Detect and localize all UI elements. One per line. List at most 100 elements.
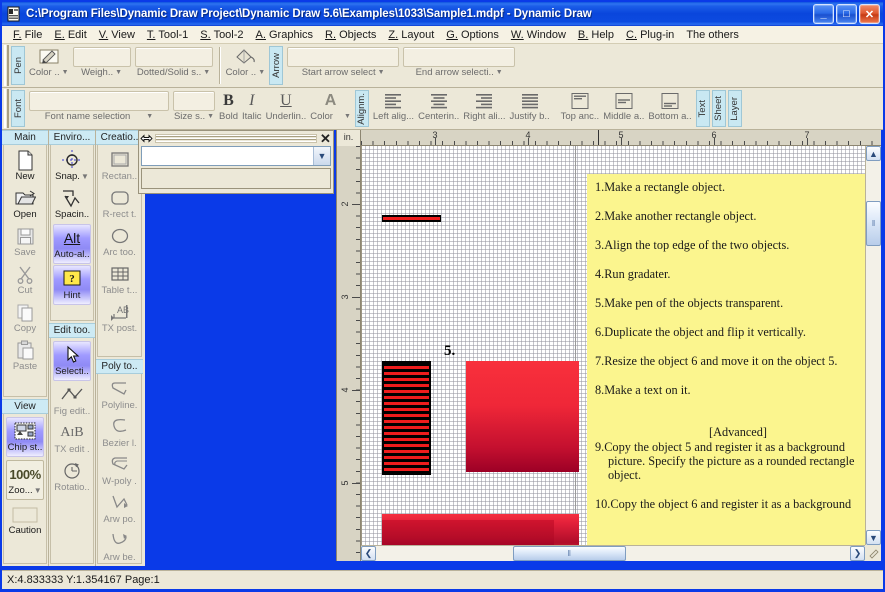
menu-item-window[interactable]: W. Window: [505, 28, 572, 42]
pen-weight-box[interactable]: [72, 47, 131, 67]
tool-caution[interactable]: Caution: [4, 503, 46, 539]
tool-polyline[interactable]: Polyline.: [98, 376, 141, 414]
dock-header-view[interactable]: View: [2, 399, 48, 414]
maximize-button[interactable]: □: [836, 4, 857, 24]
tool-hint[interactable]: ? Hint: [53, 265, 91, 305]
canvas-horizontal-scrollbar[interactable]: ❮ ‖ ❯: [361, 545, 865, 561]
toolbar-tab-alignment[interactable]: Alignm.: [354, 90, 369, 127]
pen-weight-combo[interactable]: Weigh.. ▼: [71, 46, 133, 79]
font-name-combo[interactable]: Font name selection ▼: [27, 90, 171, 123]
menu-item-the-others[interactable]: The others: [680, 28, 745, 42]
vertical-ruler[interactable]: 2 3 4 5: [337, 146, 361, 561]
font-size-combo[interactable]: Size s.. ▼: [171, 90, 217, 123]
tool-auto-align[interactable]: Alt Auto-al..: [53, 224, 91, 264]
dock-header-creation[interactable]: Creatio..: [96, 130, 143, 145]
scroll-left-button[interactable]: ❮: [361, 546, 376, 561]
menu-item-help[interactable]: B. Help: [572, 28, 620, 42]
scroll-down-button[interactable]: ▼: [866, 530, 881, 545]
pen-color-button[interactable]: Color .. ▼: [27, 46, 71, 79]
close-button[interactable]: ✕: [859, 4, 880, 24]
menu-item-layout[interactable]: Z. Layout: [382, 28, 440, 42]
tool-spacing[interactable]: Spacin..: [51, 185, 93, 223]
font-size-box[interactable]: [173, 91, 215, 111]
tool-open[interactable]: Open: [4, 185, 46, 223]
align-left-button[interactable]: Left alig...: [371, 90, 416, 123]
tool-selection[interactable]: Selecti..: [53, 341, 91, 381]
floating-panel-list[interactable]: [141, 168, 331, 189]
tool-zoom[interactable]: 100% Zoo... ▼: [6, 460, 44, 500]
canvas-vertical-scrollbar[interactable]: ▲ ‖ ▼: [865, 146, 881, 545]
floating-panel-drag-grip[interactable]: [155, 134, 317, 143]
yellow-text-object[interactable]: 1.Make a rectangle object. 2.Make anothe…: [587, 174, 865, 545]
tool-cut[interactable]: Cut: [4, 261, 46, 299]
menu-item-options[interactable]: G. Options: [440, 28, 505, 42]
tool-paste[interactable]: Paste: [4, 337, 46, 375]
gradient-red-rectangle-5-shape[interactable]: [466, 361, 579, 472]
toolbar-grip[interactable]: [4, 89, 9, 128]
floating-panel-combo[interactable]: ▼: [141, 146, 331, 166]
tool-figure-edit[interactable]: Fig edit..: [51, 382, 93, 420]
toolbar-tab-layer[interactable]: Layer: [727, 90, 742, 127]
tool-bezier-line[interactable]: Bezier l.: [98, 414, 141, 452]
resize-handle-icon[interactable]: [140, 133, 153, 144]
menu-item-plug-in[interactable]: C. Plug-in: [620, 28, 680, 42]
tool-chip-status[interactable]: Chip st..: [6, 417, 44, 457]
tool-new[interactable]: New: [4, 147, 46, 185]
tool-tx-post[interactable]: AB TX post.: [98, 299, 141, 337]
tool-table[interactable]: Table t...: [98, 261, 141, 299]
menu-item-tool-2[interactable]: S. Tool-2: [194, 28, 249, 42]
menu-item-graphics[interactable]: A. Graphics: [250, 28, 320, 42]
tool-save[interactable]: Save: [4, 223, 46, 261]
minimize-button[interactable]: _: [813, 4, 834, 24]
vertical-scroll-thumb[interactable]: ‖: [866, 201, 881, 246]
tool-snap[interactable]: Snap. ▼: [51, 147, 93, 185]
tool-copy[interactable]: Copy: [4, 299, 46, 337]
scroll-right-button[interactable]: ❯: [850, 546, 865, 561]
italic-button[interactable]: I Italic: [240, 90, 264, 123]
menu-item-file[interactable]: F. File: [7, 28, 48, 42]
anchor-bottom-button[interactable]: Bottom a..: [646, 90, 693, 123]
floating-panel-close-icon[interactable]: ✕: [319, 132, 332, 145]
tool-rectangle[interactable]: Rectan..: [98, 147, 141, 185]
tool-arrow-bezier[interactable]: Arw be.: [98, 528, 141, 563]
gradient-red-rectangle-6-inner-shape[interactable]: [382, 520, 554, 545]
dock-header-edit-tools[interactable]: Edit too.: [49, 323, 95, 338]
toolbar-tab-arrow[interactable]: Arrow: [269, 46, 284, 85]
tool-text-edit[interactable]: AIB TX edit .: [51, 420, 93, 458]
toolbar-tab-text[interactable]: Text: [695, 90, 710, 127]
striped-black-red-rectangle-shape[interactable]: [382, 361, 431, 475]
tool-arrow-polyline[interactable]: Arw po.: [98, 490, 141, 528]
fill-color-button[interactable]: Color .. ▼: [224, 46, 268, 79]
tool-rounded-rectangle[interactable]: R-rect t.: [98, 185, 141, 223]
dock-header-poly-tools[interactable]: Poly to..: [96, 359, 143, 374]
underline-button[interactable]: U Underlin..: [264, 90, 309, 123]
start-arrow-combo[interactable]: Start arrow select ▼: [285, 46, 401, 79]
thin-red-bar-shape[interactable]: [382, 215, 441, 222]
align-right-button[interactable]: Right ali...: [461, 90, 507, 123]
menu-item-view[interactable]: V. View: [93, 28, 141, 42]
font-color-button[interactable]: A Color ▼: [308, 90, 353, 123]
toolbar-tab-pen[interactable]: Pen: [11, 46, 25, 85]
start-arrow-box[interactable]: [287, 47, 400, 67]
align-justify-button[interactable]: Justify b..: [508, 90, 552, 123]
menu-item-objects[interactable]: R. Objects: [319, 28, 382, 42]
menu-item-tool-1[interactable]: T. Tool-1: [141, 28, 194, 42]
tool-w-polyline[interactable]: W-poly .: [98, 452, 141, 490]
dock-header-main[interactable]: Main: [2, 130, 48, 145]
toolbar-grip[interactable]: [4, 45, 9, 86]
toolbar-tab-sheet[interactable]: Sheet: [711, 90, 726, 127]
horizontal-ruler[interactable]: 3 4 5 6 7: [337, 130, 881, 146]
menu-item-edit[interactable]: E. Edit: [48, 28, 92, 42]
toolbar-tab-font[interactable]: Font: [11, 90, 25, 127]
end-arrow-box[interactable]: [403, 47, 516, 67]
end-arrow-combo[interactable]: End arrow selecti.. ▼: [401, 46, 517, 79]
chevron-down-icon[interactable]: ▼: [313, 147, 330, 165]
pen-dotted-solid-box[interactable]: [134, 47, 213, 67]
horizontal-scroll-thumb[interactable]: ‖: [513, 546, 626, 561]
floating-panel-title-bar[interactable]: ✕: [139, 131, 333, 146]
align-center-button[interactable]: Centerin..: [416, 90, 461, 123]
shape-number-label[interactable]: 5.: [444, 343, 455, 360]
tool-arc[interactable]: Arc too.: [98, 223, 141, 261]
anchor-top-button[interactable]: Top anc..: [559, 90, 602, 123]
tool-rotation[interactable]: Rotatio..: [51, 458, 93, 496]
